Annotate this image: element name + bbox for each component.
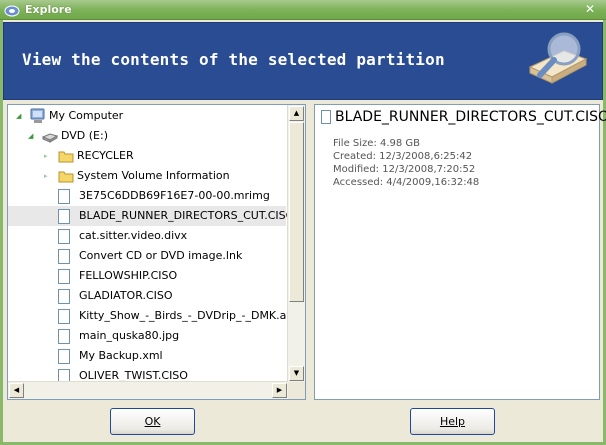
details-modified: Modified: 12/3/2008,7:20:52 — [333, 164, 476, 175]
scroll-down-button[interactable]: ▼ — [289, 366, 304, 381]
tree-item[interactable]: ◢ DVD (E:) — [8, 126, 286, 146]
ok-button[interactable]: OK — [110, 408, 195, 435]
tree-item[interactable]: main_quska80.jpg — [8, 326, 286, 346]
scroll-up-button[interactable]: ▲ — [289, 106, 304, 121]
details-file-size: File Size: 4.98 GB — [333, 138, 421, 149]
expand-arrow-icon[interactable]: ▸ — [44, 146, 48, 166]
tree-item[interactable]: cat.sitter.video.divx — [8, 226, 286, 246]
tree-item-label: 3E75C6DDB69F16E7-00-00.mrimg — [79, 189, 270, 202]
app-icon — [4, 5, 20, 17]
tree-item-label: System Volume Information — [77, 169, 230, 182]
tree-item[interactable]: Convert CD or DVD image.lnk — [8, 246, 286, 266]
tree-item-label: DVD (E:) — [61, 129, 109, 142]
tree-item[interactable]: ▸ RECYCLER — [8, 146, 286, 166]
horizontal-scrollbar[interactable]: ◀ ▶ — [8, 381, 288, 399]
disk-magnifier-icon — [528, 32, 588, 84]
help-button[interactable]: Help — [410, 408, 495, 435]
details-created: Created: 12/3/2008,6:25:42 — [333, 151, 473, 162]
banner-text: View the contents of the selected partit… — [22, 50, 445, 69]
help-button-label: Help — [439, 415, 466, 428]
tree-item[interactable]: My Backup.xml — [8, 346, 286, 366]
tree-item-label: BLADE_RUNNER_DIRECTORS_CUT.CISO — [79, 209, 288, 222]
tree-item-label: My Computer — [49, 109, 124, 122]
file-tree[interactable]: ◢ My Computer ◢ DVD (E:) ▸ RECYCLER ▸ System Vo… — [8, 105, 288, 382]
tree-item-label: RECYCLER — [77, 149, 134, 162]
scroll-corner — [288, 382, 305, 399]
file-details-pane: BLADE_RUNNER_DIRECTORS_CUT.CISO File Siz… — [314, 104, 606, 400]
tree-item[interactable]: ◢ My Computer — [8, 106, 286, 126]
scroll-right-button[interactable]: ▶ — [272, 383, 287, 398]
collapse-arrow-icon[interactable]: ◢ — [16, 106, 21, 126]
tree-item-label: cat.sitter.video.divx — [79, 229, 188, 242]
ok-button-label: OK — [144, 415, 161, 428]
scroll-thumb[interactable] — [289, 122, 304, 302]
tree-item[interactable]: 3E75C6DDB69F16E7-00-00.mrimg — [8, 186, 286, 206]
file-tree-pane[interactable]: ◢ My Computer ◢ DVD (E:) ▸ RECYCLER ▸ System Vo… — [7, 104, 306, 400]
tree-item-label: Kitty_Show_-_Birds_-_DVDrip_-_DMK.avi — [79, 309, 288, 322]
tree-item-label: Convert CD or DVD image.lnk — [79, 249, 243, 262]
tree-item[interactable]: ▸ System Volume Information — [8, 166, 286, 186]
tree-item-label: FELLOWSHIP.CISO — [79, 269, 178, 282]
tree-item-label: OLIVER_TWIST.CISO — [79, 369, 188, 382]
tree-item-selected[interactable]: BLADE_RUNNER_DIRECTORS_CUT.CISO — [8, 206, 288, 226]
tree-item[interactable]: OLIVER_TWIST.CISO — [8, 366, 286, 382]
details-file-name: BLADE_RUNNER_DIRECTORS_CUT.CISO — [335, 109, 606, 125]
expand-arrow-icon[interactable]: ▸ — [44, 166, 48, 186]
vertical-scrollbar[interactable]: ▲ ▼ — [287, 105, 305, 382]
tree-item[interactable]: GLADIATOR.CISO — [8, 286, 286, 306]
title-bar[interactable]: Explore ✕ — [0, 0, 606, 20]
tree-item[interactable]: Kitty_Show_-_Birds_-_DVDrip_-_DMK.avi — [8, 306, 288, 326]
details-accessed: Accessed: 4/4/2009,16:32:48 — [333, 177, 480, 188]
scroll-left-button[interactable]: ◀ — [9, 383, 24, 398]
tree-item-label: GLADIATOR.CISO — [79, 289, 173, 302]
tree-item-label: main_quska80.jpg — [79, 329, 180, 342]
file-icon — [321, 110, 331, 124]
close-icon[interactable]: ✕ — [582, 2, 598, 17]
tree-item-label: My Backup.xml — [79, 349, 163, 362]
collapse-arrow-icon[interactable]: ◢ — [28, 126, 33, 146]
header-banner: View the contents of the selected partit… — [3, 22, 603, 100]
window-title: Explore — [25, 3, 72, 16]
tree-item[interactable]: FELLOWSHIP.CISO — [8, 266, 286, 286]
